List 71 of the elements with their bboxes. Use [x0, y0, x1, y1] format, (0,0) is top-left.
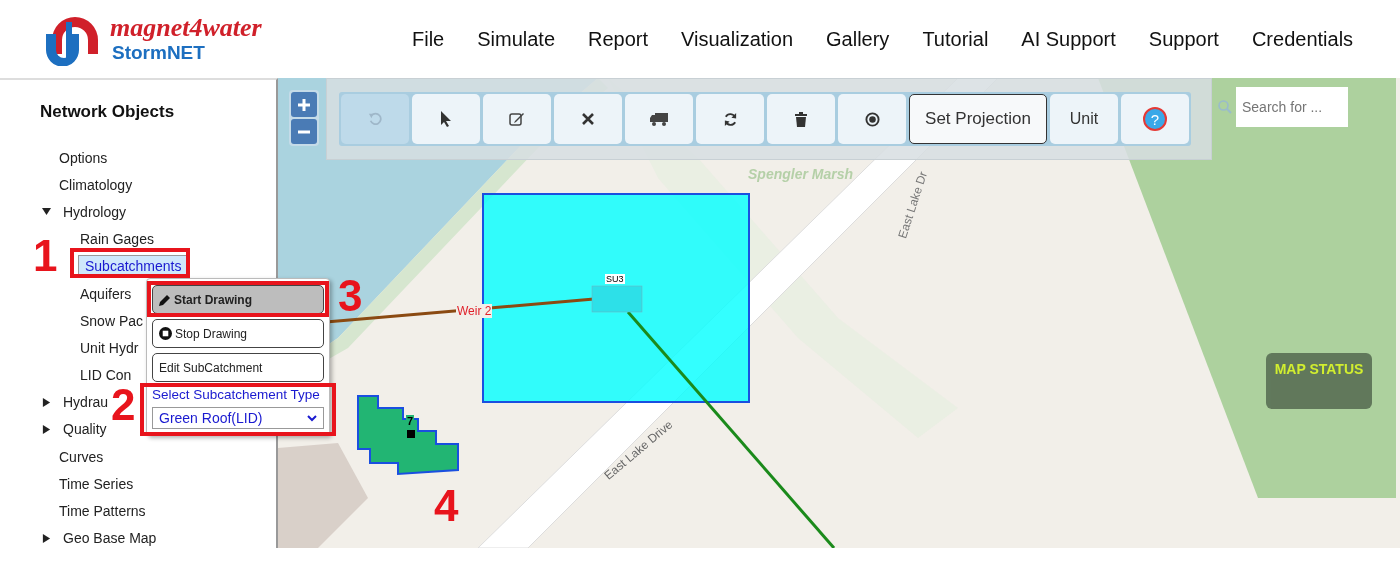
plus-icon — [298, 98, 310, 111]
road-label: East Lake Dr — [895, 169, 931, 241]
status-label: MAP STATUS — [1274, 361, 1364, 379]
type-dropdown[interactable]: Green Roof(LID) — [152, 407, 324, 429]
toolbar-button[interactable] — [625, 94, 693, 144]
tree-item[interactable]: Hydrology — [61, 201, 129, 222]
tree-item[interactable]: Hydrau — [61, 392, 111, 413]
stop-circle-icon — [864, 111, 880, 127]
map-area-label: Spengler Marsh — [748, 166, 854, 182]
link-label: Weir 2 — [456, 304, 493, 318]
close-icon — [582, 113, 594, 125]
collapsed-arrow-icon[interactable] — [42, 533, 51, 543]
tree-item[interactable]: Unit Hydr — [78, 337, 141, 358]
tree-item[interactable]: Geo Base Map — [61, 528, 159, 549]
tree-item[interactable]: Time Series — [57, 473, 136, 494]
undo-icon — [368, 112, 382, 126]
subcatchment-polygon[interactable] — [482, 193, 750, 403]
toolbar-button[interactable]: Unit — [1050, 94, 1118, 144]
search-field[interactable]: Search for ... — [1236, 87, 1348, 127]
pencil-icon — [159, 293, 171, 306]
step-number: 3 — [338, 276, 363, 316]
tree-item[interactable]: Climatology — [57, 174, 135, 195]
tree-item[interactable]: Curves — [57, 446, 106, 467]
tree-item[interactable]: Snow Pac — [78, 310, 146, 331]
nav-link[interactable]: File — [412, 27, 445, 51]
collapsed-arrow-icon[interactable] — [42, 424, 51, 434]
tree-item[interactable]: Aquifers — [78, 283, 134, 304]
step-number: 4 — [434, 486, 459, 526]
nav-link[interactable]: Credentials — [1251, 27, 1354, 51]
node-label: SU3 — [605, 274, 625, 284]
stop-circle-icon — [159, 327, 172, 340]
tree-item[interactable]: LID Con — [78, 365, 134, 386]
zoom-out-button[interactable] — [291, 119, 317, 144]
nav-link[interactable]: Simulate — [477, 27, 556, 51]
subcatchment-polygon[interactable] — [357, 395, 459, 476]
step-number: 1 — [33, 236, 58, 276]
help-button-label: ? — [1143, 107, 1167, 131]
nav-link[interactable]: Support — [1148, 27, 1219, 51]
zoom-in-button[interactable] — [291, 92, 317, 117]
brand-name: magnet4water — [110, 14, 262, 42]
toolbar-button[interactable] — [767, 94, 835, 144]
edit-icon — [509, 112, 525, 126]
tree-item[interactable]: Options — [57, 147, 110, 168]
tree-item[interactable]: Time Patterns — [57, 501, 148, 522]
trash-icon — [795, 111, 807, 127]
outlet-node[interactable] — [407, 430, 415, 438]
menu-button[interactable]: Edit SubCatchment — [152, 353, 324, 382]
nav-link[interactable]: Report — [588, 27, 649, 51]
toolbar-button[interactable] — [838, 94, 906, 144]
step-number: 2 — [111, 385, 136, 425]
nav-link[interactable]: Gallery — [826, 27, 890, 51]
product-name: StormNET — [112, 42, 206, 64]
refresh-icon — [722, 111, 738, 127]
menu-button[interactable]: Start Drawing — [152, 285, 324, 314]
truck-icon — [650, 112, 668, 126]
subcatchment-label: 7 — [406, 415, 415, 427]
menu-button[interactable]: Stop Drawing — [152, 319, 324, 348]
chevron-down-icon — [307, 414, 317, 422]
toolbar-button[interactable]: Set Projection — [909, 94, 1047, 144]
cursor-arrow-icon — [440, 111, 452, 127]
tree-item[interactable]: Quality — [61, 419, 109, 440]
expanded-arrow-icon[interactable] — [42, 207, 51, 217]
sidebar-title: Network Objects — [39, 102, 176, 122]
nav-link[interactable]: Visualization — [681, 27, 793, 51]
conduit-link[interactable] — [626, 311, 836, 548]
tree-item[interactable]: Rain Gages — [78, 229, 156, 250]
nav-link[interactable]: Tutorial — [922, 27, 989, 51]
collapsed-arrow-icon[interactable] — [42, 397, 51, 407]
nav-link[interactable]: AI Support — [1021, 27, 1116, 51]
search-icon — [1218, 100, 1232, 114]
minus-icon — [298, 129, 310, 134]
